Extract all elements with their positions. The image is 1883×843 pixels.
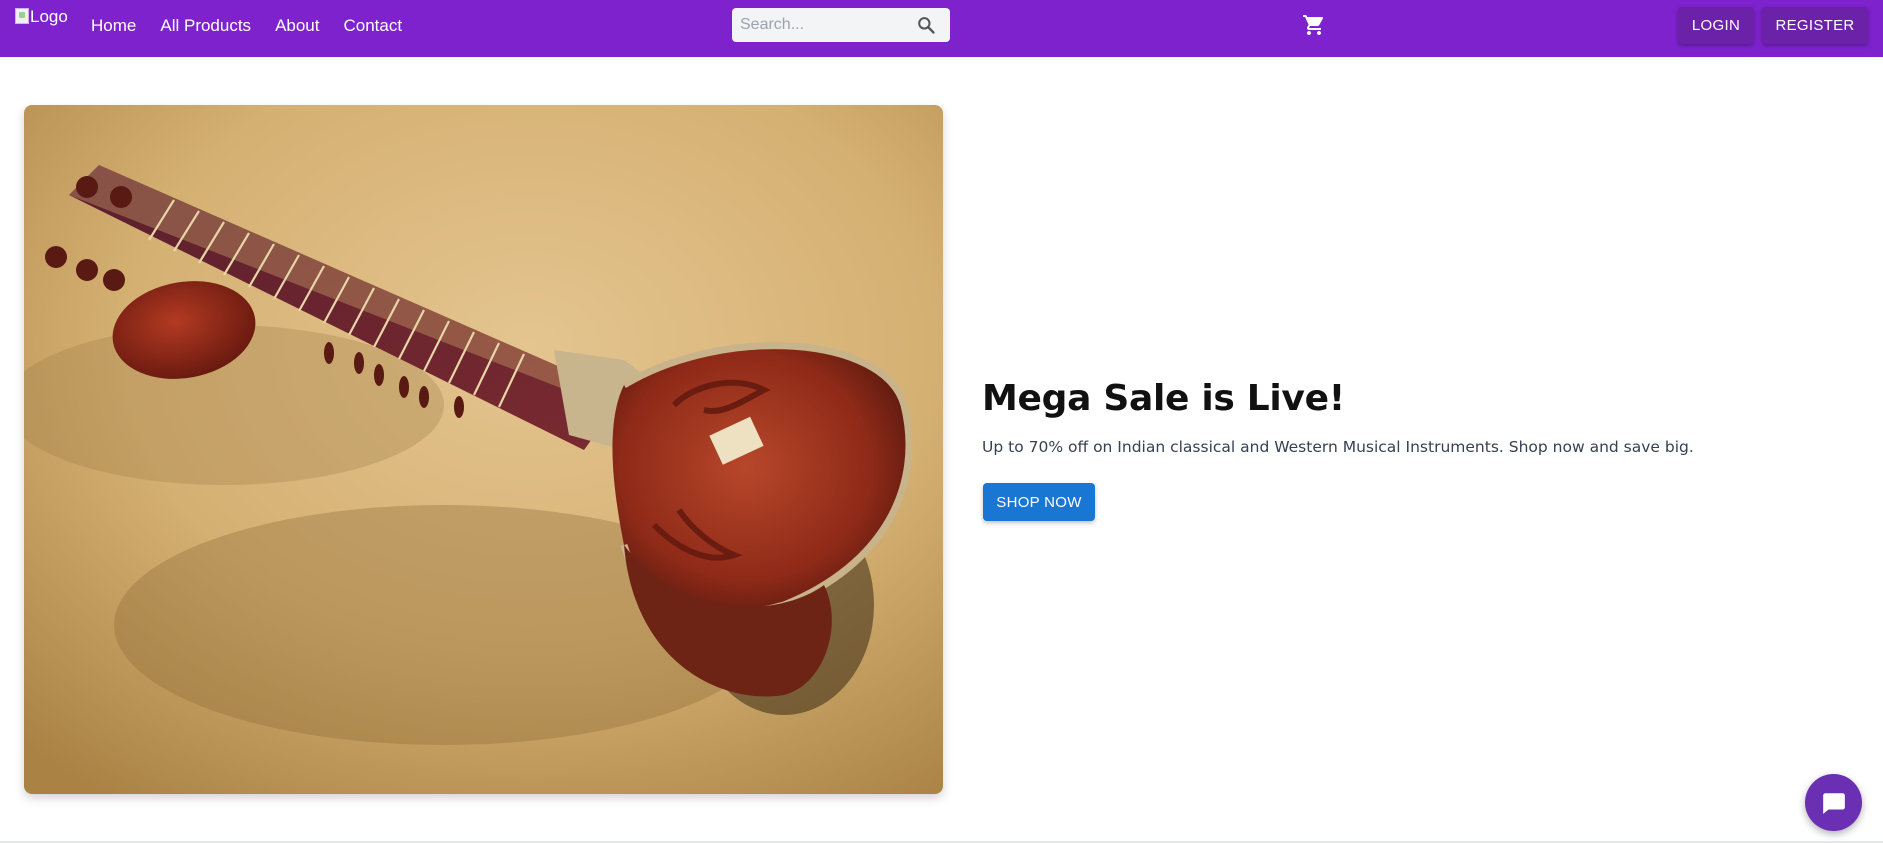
- nav-link-all-products[interactable]: All Products: [160, 16, 251, 36]
- login-button[interactable]: LOGIN: [1678, 7, 1754, 44]
- search-input[interactable]: [740, 10, 910, 40]
- navbar: Logo Home All Products About Contact LOG…: [0, 0, 1883, 57]
- logo[interactable]: Logo: [15, 7, 68, 27]
- broken-image-icon: [15, 8, 29, 24]
- search-box: [732, 8, 950, 42]
- hero-title: Mega Sale is Live!: [982, 378, 1345, 419]
- chat-button[interactable]: [1805, 774, 1862, 831]
- hero-subtitle: Up to 70% off on Indian classical and We…: [982, 438, 1694, 456]
- nav-link-about[interactable]: About: [275, 16, 319, 36]
- hero-image-sitar: [24, 105, 943, 794]
- shop-now-button[interactable]: SHOP NOW: [983, 483, 1095, 521]
- nav-link-home[interactable]: Home: [91, 16, 136, 36]
- nav-links: Home All Products About Contact: [91, 0, 426, 51]
- nav-link-contact[interactable]: Contact: [344, 16, 403, 36]
- register-button[interactable]: REGISTER: [1762, 7, 1868, 44]
- search-icon[interactable]: [916, 15, 936, 35]
- chat-icon: [1822, 792, 1845, 814]
- logo-alt-text: Logo: [30, 7, 68, 26]
- cart-icon[interactable]: [1302, 13, 1326, 37]
